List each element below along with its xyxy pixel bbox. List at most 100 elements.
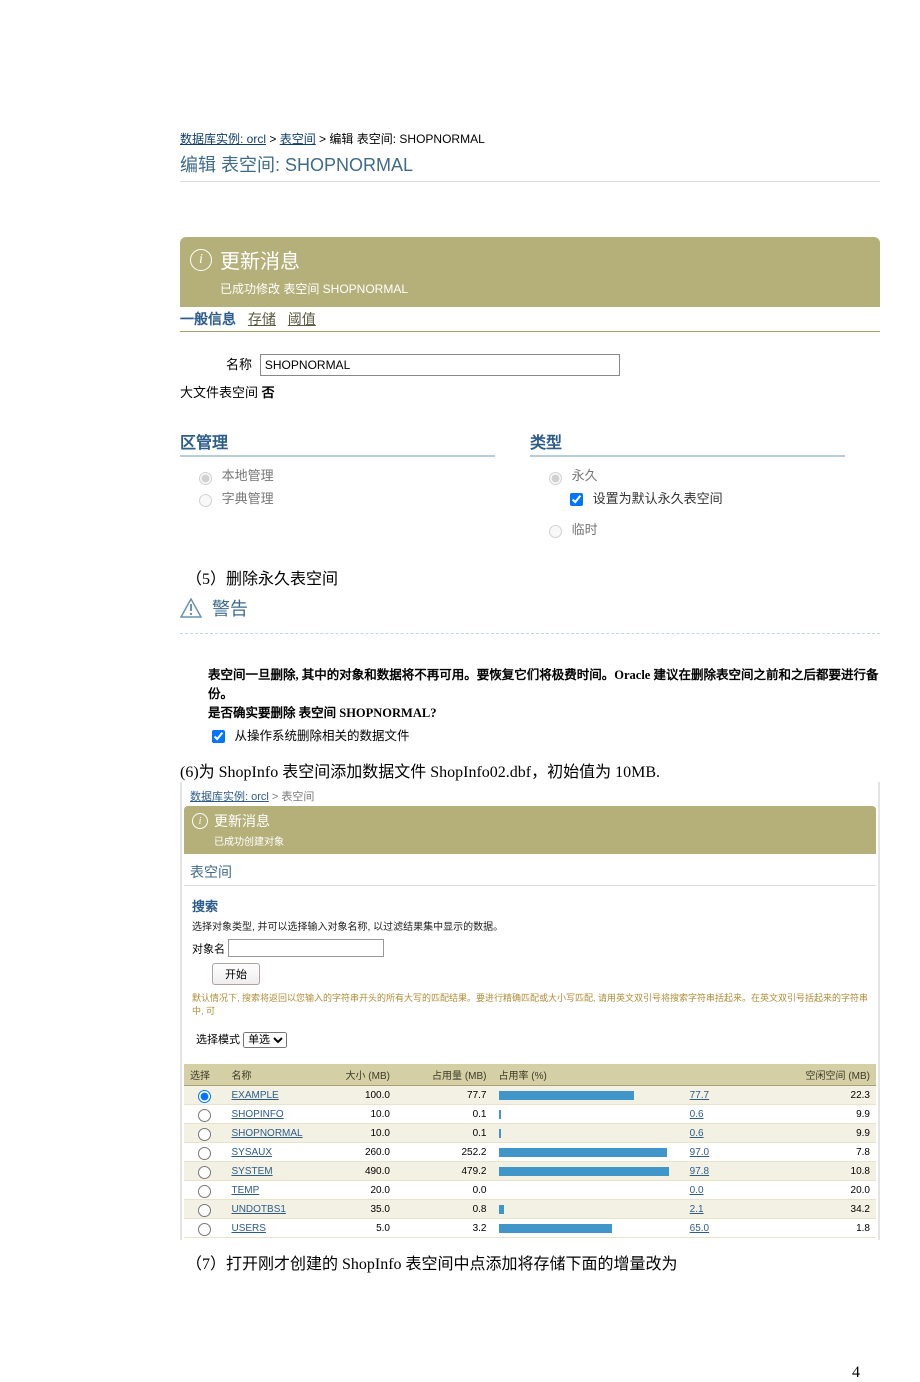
- pct-link[interactable]: 65.0: [690, 1223, 709, 1234]
- cell-size: 100.0: [309, 1086, 396, 1105]
- cell-size: 35.0: [309, 1200, 396, 1219]
- info-icon: i: [192, 813, 208, 829]
- cell-bar: [493, 1143, 684, 1162]
- cell-free: 1.8: [780, 1219, 876, 1238]
- table-row: SHOPINFO10.00.10.69.9: [184, 1105, 876, 1124]
- tablespace-link[interactable]: SHOPNORMAL: [231, 1128, 302, 1139]
- cell-size: 10.0: [309, 1105, 396, 1124]
- tablespace-link[interactable]: EXAMPLE: [231, 1090, 278, 1101]
- row-radio[interactable]: [198, 1147, 211, 1160]
- tablespace-link[interactable]: TEMP: [231, 1185, 259, 1196]
- cell-used: 252.2: [396, 1143, 493, 1162]
- update-message-box: i 更新消息 已成功修改 表空间 SHOPNORMAL: [180, 237, 880, 307]
- breadcrumb-ts-link[interactable]: 表空间: [280, 132, 316, 146]
- inner-breadcrumb-current: 表空间: [281, 791, 314, 803]
- radio-dict: [199, 494, 212, 507]
- inner-update-box: i 更新消息 已成功创建对象: [184, 806, 876, 854]
- search-hint: 默认情况下, 搜索将返回以您输入的字符串开头的所有大写的匹配结果。要进行精确匹配…: [192, 991, 868, 1017]
- cell-size: 260.0: [309, 1143, 396, 1162]
- update-title: 更新消息: [220, 245, 300, 274]
- cell-free: 34.2: [780, 1200, 876, 1219]
- cell-bar: [493, 1181, 684, 1200]
- table-row: SHOPNORMAL10.00.10.69.9: [184, 1124, 876, 1143]
- row-radio[interactable]: [198, 1109, 211, 1122]
- cell-bar: [493, 1219, 684, 1238]
- radio-local-label: 本地管理: [222, 468, 274, 483]
- cell-used: 0.1: [396, 1124, 493, 1143]
- th-pct: 占用率 (%): [493, 1064, 684, 1086]
- tablespace-link[interactable]: SYSAUX: [231, 1147, 272, 1158]
- tablespace-link[interactable]: SHOPINFO: [231, 1109, 283, 1120]
- page-title: 编辑 表空间: SHOPNORMAL: [180, 151, 880, 182]
- checkbox-default-ts[interactable]: [570, 493, 583, 506]
- table-row: UNDOTBS135.00.82.134.2: [184, 1200, 876, 1219]
- breadcrumb-current: 编辑 表空间: SHOPNORMAL: [329, 132, 484, 146]
- object-name-input[interactable]: [228, 939, 384, 957]
- cell-size: 10.0: [309, 1124, 396, 1143]
- radio-permanent-label: 永久: [572, 468, 598, 483]
- th-name[interactable]: 名称: [225, 1064, 308, 1086]
- th-used: 占用量 (MB): [396, 1064, 493, 1086]
- tablespace-link[interactable]: SYSTEM: [231, 1166, 272, 1177]
- pct-link[interactable]: 0.0: [690, 1185, 704, 1196]
- name-input[interactable]: [260, 354, 620, 376]
- row-radio[interactable]: [198, 1166, 211, 1179]
- tablespace-link[interactable]: UNDOTBS1: [231, 1204, 285, 1215]
- breadcrumb-db-link[interactable]: 数据库实例: orcl: [180, 132, 266, 146]
- pct-link[interactable]: 0.6: [690, 1128, 704, 1139]
- cell-free: 22.3: [780, 1086, 876, 1105]
- cell-bar: [493, 1086, 684, 1105]
- cell-free: 20.0: [780, 1181, 876, 1200]
- search-desc: 选择对象类型, 并可以选择输入对象名称, 以过滤结果集中显示的数据。: [192, 918, 868, 933]
- cell-size: 490.0: [309, 1162, 396, 1181]
- warning-body: 表空间一旦删除, 其中的对象和数据将不再可用。要恢复它们将极费时间。Oracle…: [208, 664, 880, 721]
- tab-storage[interactable]: 存储: [248, 311, 276, 327]
- table-row: USERS 5.03.2 65.0 1.8: [184, 1219, 876, 1238]
- tab-general[interactable]: 一般信息: [180, 311, 236, 327]
- inner-update-title: 更新消息: [214, 811, 270, 831]
- pct-link[interactable]: 97.0: [690, 1147, 709, 1158]
- row-radio[interactable]: [198, 1204, 211, 1217]
- warning-title: 警告: [212, 595, 248, 621]
- row-radio[interactable]: [198, 1090, 211, 1103]
- cell-free: 10.8: [780, 1162, 876, 1181]
- table-row: SYSTEM490.0479.297.810.8: [184, 1162, 876, 1181]
- pct-link[interactable]: 97.8: [690, 1166, 709, 1177]
- table-row: SYSAUX260.0252.297.07.8: [184, 1143, 876, 1162]
- select-mode-dropdown[interactable]: 单选: [243, 1032, 287, 1048]
- tablespace-table: 选择 名称 大小 (MB) 占用量 (MB) 占用率 (%) 空闲空间 (MB)…: [184, 1064, 876, 1238]
- pct-link[interactable]: 2.1: [690, 1204, 704, 1215]
- table-row: TEMP20.00.00.020.0: [184, 1181, 876, 1200]
- inner-panel-title: 表空间: [184, 854, 876, 886]
- inner-update-msg: 已成功创建对象: [214, 833, 868, 848]
- row-radio[interactable]: [198, 1223, 211, 1236]
- inner-breadcrumb-db[interactable]: 数据库实例: orcl: [190, 791, 269, 803]
- tablespace-link[interactable]: USERS: [231, 1223, 265, 1234]
- tabs: 一般信息 存储 阈值: [180, 309, 880, 332]
- cell-bar: [493, 1124, 684, 1143]
- bigfile-label: 大文件表空间: [180, 385, 258, 400]
- checkbox-delete-files-label: 从操作系统删除相关的数据文件: [234, 729, 409, 743]
- pct-link[interactable]: 0.6: [690, 1109, 704, 1120]
- section-extent-title: 区管理: [180, 429, 495, 457]
- section-type-title: 类型: [530, 429, 845, 457]
- pct-link[interactable]: 77.7: [690, 1090, 709, 1101]
- cell-used: 3.2: [396, 1219, 493, 1238]
- row-radio[interactable]: [198, 1185, 211, 1198]
- cell-bar: [493, 1162, 684, 1181]
- radio-local: [199, 472, 212, 485]
- cell-size: 5.0: [309, 1219, 396, 1238]
- tablespace-panel: 数据库实例: orcl > 表空间 i 更新消息 已成功创建对象 表空间 搜索 …: [180, 782, 880, 1240]
- radio-permanent: [549, 472, 562, 485]
- tab-threshold[interactable]: 阈值: [288, 311, 316, 327]
- warning-header: 警告: [180, 595, 880, 634]
- checkbox-delete-files[interactable]: [212, 730, 225, 743]
- th-size: 大小 (MB): [309, 1064, 396, 1086]
- info-icon: i: [190, 249, 212, 271]
- radio-temp: [549, 525, 562, 538]
- row-radio[interactable]: [198, 1128, 211, 1141]
- radio-temp-label: 临时: [572, 522, 598, 537]
- inner-breadcrumb: 数据库实例: orcl > 表空间: [184, 784, 876, 806]
- cell-used: 77.7: [396, 1086, 493, 1105]
- start-button[interactable]: 开始: [212, 963, 260, 985]
